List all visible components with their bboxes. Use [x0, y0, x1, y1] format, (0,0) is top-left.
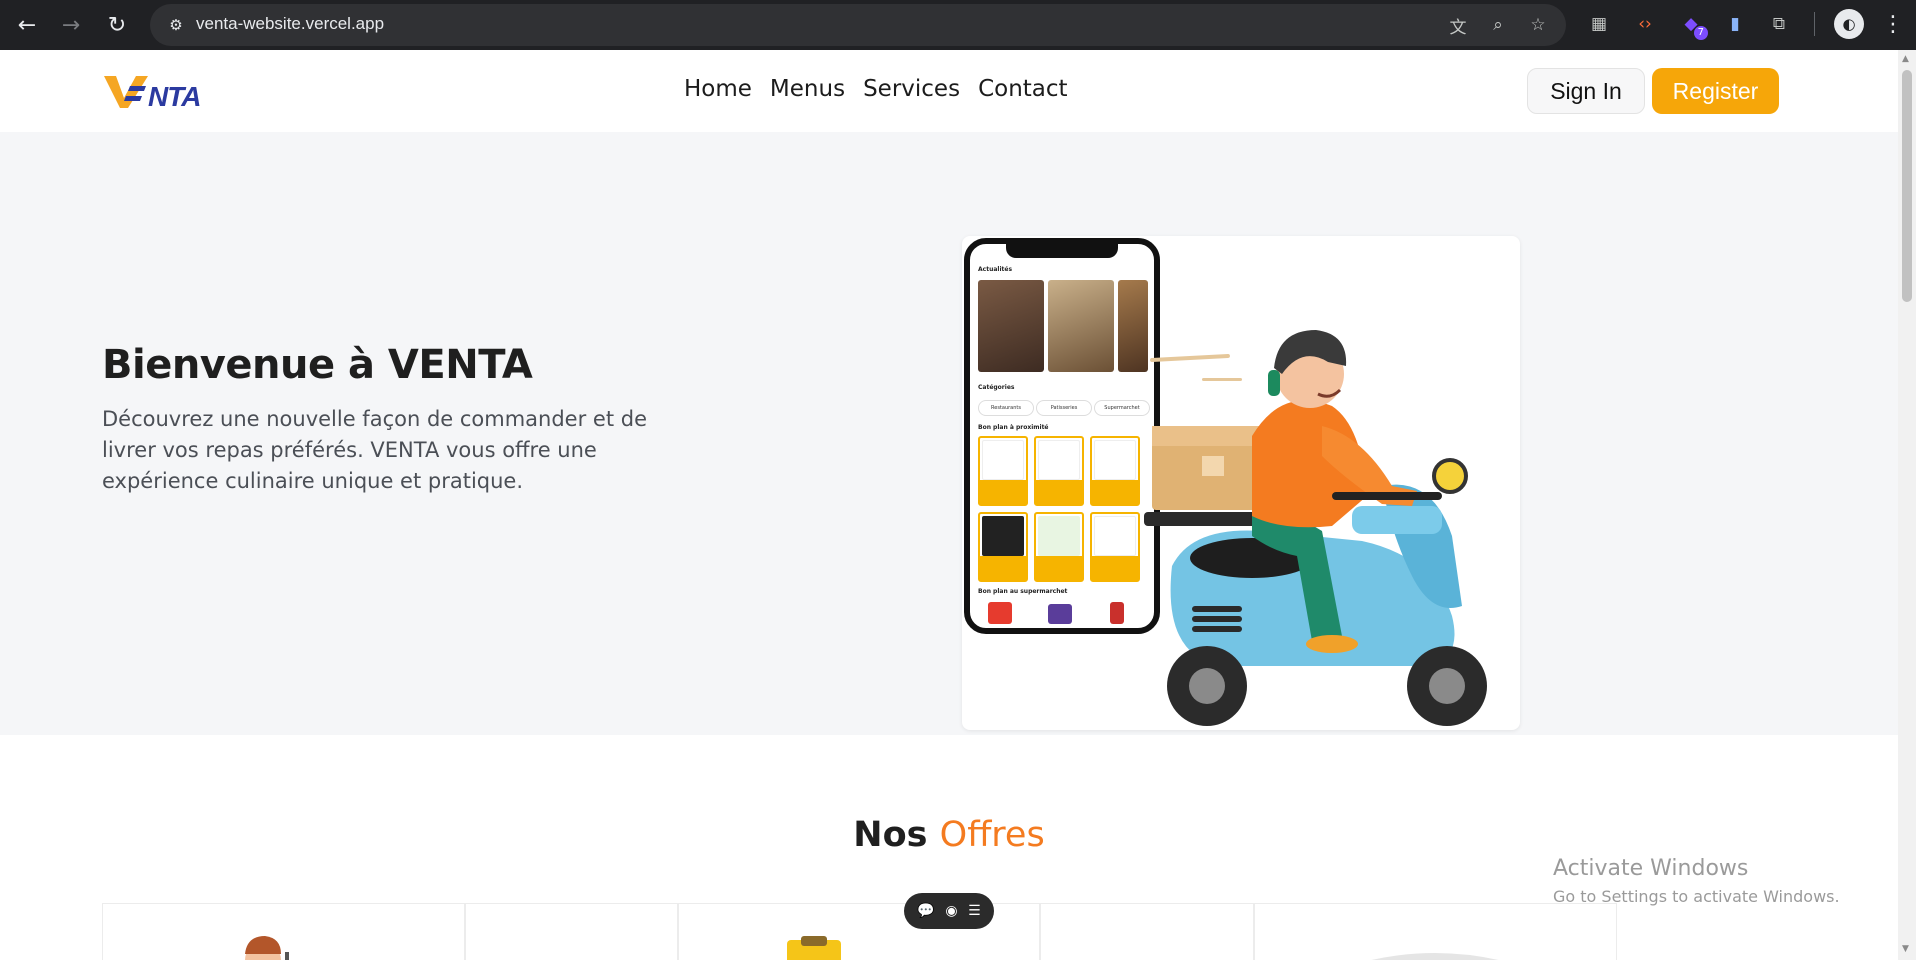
browser-toolbar: ← → ↻ ⚙ venta-website.vercel.app 文 ⌕ ☆ ▦… — [0, 0, 1916, 50]
extension-colors-icon[interactable]: ▦ — [1584, 9, 1614, 39]
address-bar[interactable]: ⚙ venta-website.vercel.app 文 ⌕ ☆ — [150, 4, 1566, 46]
page-viewport: NTA Home Menus Services Contact Sign In … — [0, 50, 1898, 960]
menu-kebab-icon[interactable]: ⋮ — [1878, 9, 1908, 39]
watermark-title: Activate Windows — [1553, 856, 1749, 881]
url-text[interactable]: venta-website.vercel.app — [196, 14, 384, 34]
site-header: NTA Home Menus Services Contact Sign In … — [0, 50, 1898, 132]
offer-card[interactable] — [1254, 903, 1617, 960]
phone-categories-label: Catégories — [978, 384, 1015, 391]
phone-chip: Patisseries — [1036, 400, 1092, 416]
offer-card[interactable] — [102, 903, 465, 960]
phone-nearby-label: Bon plan à proximité — [978, 424, 1049, 431]
toggle-icon[interactable]: ◉ — [945, 903, 957, 919]
hero-section: Bienvenue à VENTA Découvrez une nouvelle… — [0, 132, 1898, 735]
main-nav: Home Menus Services Contact — [684, 76, 1068, 102]
offer-delivery-person-icon — [245, 936, 289, 960]
nav-contact[interactable]: Contact — [978, 76, 1067, 102]
venta-logo[interactable]: NTA — [102, 70, 218, 122]
sign-in-button[interactable]: Sign In — [1527, 68, 1645, 114]
offer-orange-icon — [939, 950, 999, 960]
reload-icon[interactable]: ↻ — [100, 8, 134, 42]
phone-news-label: Actualités — [978, 266, 1013, 273]
extension-code-icon[interactable]: ‹› — [1630, 9, 1660, 39]
hero-illustration: Actualités Catégories Restaurants Patiss… — [962, 236, 1520, 730]
nav-home[interactable]: Home — [684, 76, 752, 102]
offer-clipboard-icon — [787, 936, 841, 960]
hero-description: Découvrez une nouvelle façon de commande… — [102, 407, 647, 493]
page-scrollbar[interactable]: ▲ ▼ — [1898, 50, 1916, 960]
phone-restaurant-tile — [978, 512, 1028, 582]
activate-windows-watermark: Activate Windows Go to Settings to activ… — [1553, 856, 1840, 906]
offers-title-main: Nos — [853, 815, 928, 855]
svg-text:NTA: NTA — [148, 81, 200, 112]
offers-title: Nos Offres — [0, 815, 1898, 855]
scrollbar-thumb[interactable] — [1902, 70, 1912, 302]
delivery-scooter-illustration — [1144, 330, 1487, 726]
bookmark-star-icon[interactable]: ☆ — [1526, 13, 1550, 37]
phone-mockup: Actualités Catégories Restaurants Patiss… — [964, 238, 1160, 634]
site-info-icon[interactable]: ⚙ — [164, 13, 188, 37]
extension-docs-icon[interactable]: ▮ — [1720, 9, 1750, 39]
offers-title-accent: Offres — [939, 815, 1045, 855]
offer-map-illustration — [1371, 953, 1499, 960]
watermark-subtitle: Go to Settings to activate Windows. — [1553, 887, 1840, 906]
extension-badge-count: 7 — [1693, 26, 1708, 40]
phone-restaurant-tile — [978, 436, 1028, 506]
venta-logo-mark: NTA — [104, 76, 201, 112]
phone-product — [988, 602, 1012, 624]
toolbar-divider — [1814, 12, 1815, 36]
register-button[interactable]: Register — [1652, 68, 1779, 114]
phone-chip: Restaurants — [978, 400, 1034, 416]
list-menu-icon[interactable]: ☰ — [968, 903, 981, 919]
extension-badge-icon[interactable]: ◆ 7 — [1676, 9, 1708, 40]
phone-restaurant-tile — [1034, 436, 1084, 506]
forward-icon[interactable]: → — [54, 8, 88, 42]
floating-toolbar: 💬 ◉ ☰ — [904, 893, 994, 929]
phone-product — [1048, 604, 1072, 624]
phone-restaurant-tile — [1034, 512, 1084, 582]
scroll-up-arrow-icon[interactable]: ▲ — [1902, 54, 1909, 64]
nav-services[interactable]: Services — [863, 76, 960, 102]
scroll-down-arrow-icon[interactable]: ▼ — [1902, 944, 1909, 954]
back-icon[interactable]: ← — [10, 8, 44, 42]
comment-icon[interactable]: 💬 — [917, 903, 934, 919]
offer-card[interactable] — [465, 903, 678, 960]
extensions-puzzle-icon[interactable]: ⧉ — [1764, 9, 1794, 39]
zoom-icon[interactable]: ⌕ — [1486, 13, 1510, 37]
phone-supermarket-label: Bon plan au supermarchet — [978, 588, 1068, 595]
offer-card[interactable] — [1040, 903, 1254, 960]
translate-icon[interactable]: 文 — [1446, 13, 1470, 38]
phone-notch — [1006, 244, 1118, 258]
phone-product — [1110, 602, 1124, 624]
phone-news-image — [1048, 280, 1114, 372]
hero-title: Bienvenue à VENTA — [102, 342, 533, 388]
profile-avatar[interactable]: ◐ — [1834, 9, 1864, 39]
phone-news-image — [978, 280, 1044, 372]
nav-menus[interactable]: Menus — [770, 76, 845, 102]
